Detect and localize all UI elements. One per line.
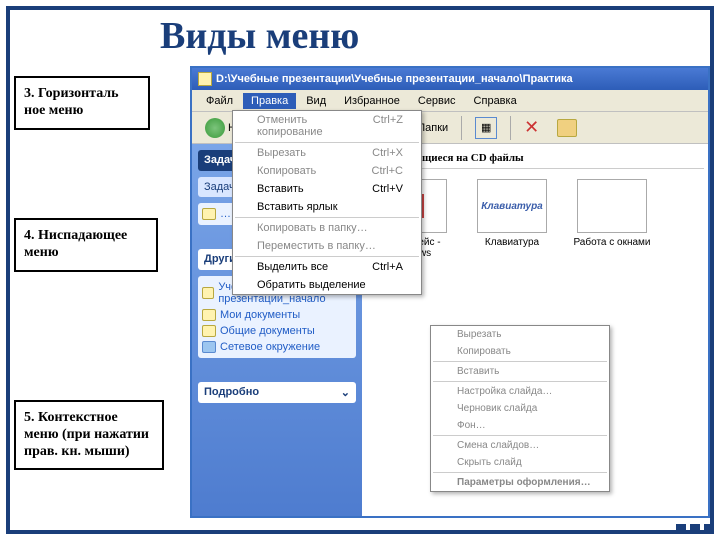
menu-item[interactable]: Обратить выделение — [233, 276, 421, 294]
menu-tools[interactable]: Сервис — [410, 93, 464, 109]
misc-icon[interactable] — [550, 116, 584, 140]
menu-item[interactable]: Копировать в папку… — [233, 219, 421, 237]
sidebar-item[interactable]: Сетевое окружение — [202, 339, 352, 355]
file-item[interactable]: Клавиатура Клавиатура — [472, 179, 552, 259]
dropdown-menu: Отменить копированиеCtrl+Z ВырезатьCtrl+X… — [232, 110, 422, 295]
menu-edit[interactable]: Правка — [243, 93, 296, 109]
file-item[interactable]: Работа с окнами — [572, 179, 652, 259]
context-item[interactable]: Копировать — [431, 343, 609, 360]
menu-item[interactable]: Переместить в папку… — [233, 237, 421, 255]
context-item[interactable]: Настройка слайда… — [431, 383, 609, 400]
menu-item[interactable]: Выделить всеCtrl+A — [233, 258, 421, 276]
sidebar-item[interactable]: Мои документы — [202, 307, 352, 323]
menu-favorites[interactable]: Избранное — [336, 93, 408, 109]
sidebar-item[interactable]: Общие документы — [202, 323, 352, 339]
file-name: Работа с окнами — [572, 237, 652, 248]
callout-context-menu: 5. Контекстное меню (при нажатии прав. к… — [14, 400, 164, 470]
delete-icon[interactable]: ✕ — [517, 114, 546, 141]
file-name: Клавиатура — [472, 237, 552, 248]
menu-view[interactable]: Вид — [298, 93, 334, 109]
folder-icon — [198, 72, 212, 86]
views-button[interactable]: ▦ — [468, 114, 504, 142]
context-item[interactable]: Вставить — [431, 363, 609, 380]
menubar: Файл Правка Вид Избранное Сервис Справка — [192, 90, 708, 112]
context-item[interactable]: Параметры оформления… — [431, 474, 609, 491]
menu-item[interactable]: Вставить ярлык — [233, 198, 421, 216]
context-item[interactable]: Фон… — [431, 417, 609, 434]
menu-item[interactable]: ВставитьCtrl+V — [233, 180, 421, 198]
callout-horizontal-menu: 3. Горизонтальное меню — [14, 76, 150, 130]
context-item[interactable]: Смена слайдов… — [431, 437, 609, 454]
context-item[interactable]: Черновик слайда — [431, 400, 609, 417]
window-title: D:\Учебные презентации\Учебные презентац… — [216, 73, 573, 85]
callout-dropdown-menu: 4. Ниспадающее меню — [14, 218, 158, 272]
sidebar-details[interactable]: Подробно⌄ — [198, 382, 356, 403]
context-menu: ВырезатьКопировать Вставить Настройка слай… — [430, 325, 610, 492]
context-item[interactable]: Скрыть слайд — [431, 454, 609, 471]
menu-item[interactable]: Отменить копированиеCtrl+Z — [233, 111, 421, 141]
window-titlebar[interactable]: D:\Учебные презентации\Учебные презентац… — [192, 68, 708, 90]
menu-file[interactable]: Файл — [198, 93, 241, 109]
menu-item[interactable]: ВырезатьCtrl+X — [233, 144, 421, 162]
menu-help[interactable]: Справка — [466, 93, 525, 109]
slide-title: Виды меню — [160, 14, 359, 58]
menu-item[interactable]: КопироватьCtrl+C — [233, 162, 421, 180]
context-item[interactable]: Вырезать — [431, 326, 609, 343]
